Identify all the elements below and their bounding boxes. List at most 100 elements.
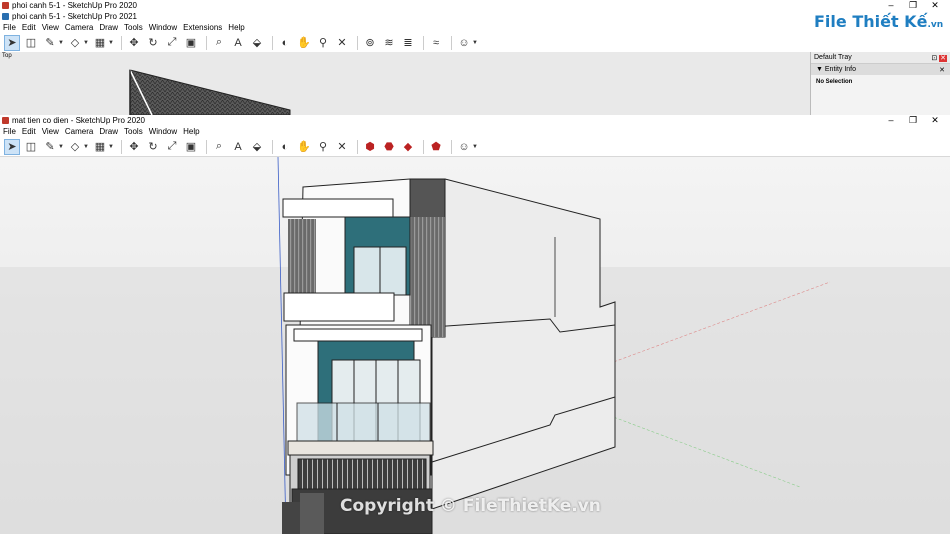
push-pull-icon[interactable]: ▦	[92, 139, 108, 155]
divider	[357, 35, 358, 50]
eraser-tool-icon[interactable]: ◫	[23, 139, 39, 155]
minimize-button[interactable]: –	[880, 115, 902, 126]
dropdown-icon[interactable]: ▼	[108, 35, 114, 51]
close-icon[interactable]: ✕	[939, 66, 945, 74]
menu-draw[interactable]: Draw	[99, 127, 118, 136]
pan-icon[interactable]: ✋	[296, 139, 312, 155]
sketchup-icon	[2, 2, 9, 9]
menu-window[interactable]: Window	[149, 127, 177, 136]
dropdown-icon[interactable]: ▼	[58, 139, 64, 155]
orbit-icon[interactable]: ◐	[277, 35, 293, 51]
layout-icon[interactable]: ≣	[400, 35, 416, 51]
logo-main: File Thiết Kế	[814, 12, 928, 31]
menu-tools[interactable]: Tools	[124, 23, 143, 32]
minimize-button[interactable]: –	[880, 0, 902, 11]
menu-draw[interactable]: Draw	[99, 23, 118, 32]
extension-warehouse-icon[interactable]: ≈	[428, 35, 444, 51]
move-tool-icon[interactable]: ✥	[126, 35, 142, 51]
scale-tool-icon[interactable]: ⤢	[164, 139, 180, 155]
paint-bucket-icon[interactable]: ⬙	[249, 35, 265, 51]
text-tool-icon[interactable]: A	[230, 139, 246, 155]
watermark: Copyright © FileThietKe.vn	[340, 496, 601, 516]
dropdown-icon[interactable]: ▼	[472, 35, 478, 51]
menu-tools[interactable]: Tools	[124, 127, 143, 136]
paint-bucket-icon[interactable]: ⬙	[249, 139, 265, 155]
push-pull-icon[interactable]: ▦	[92, 35, 108, 51]
sketchup-icon	[2, 117, 9, 124]
restore-button[interactable]: ❐	[902, 115, 924, 126]
dropdown-icon[interactable]: ▼	[108, 139, 114, 155]
close-button[interactable]: ✕	[924, 115, 946, 126]
menu-view[interactable]: View	[42, 23, 59, 32]
model-viewport[interactable]: Copyright © FileThietKe.vn	[0, 157, 950, 534]
zoom-extents-icon[interactable]: ✕	[334, 139, 350, 155]
menu-edit[interactable]: Edit	[22, 127, 36, 136]
window-controls: – ❐ ✕	[880, 0, 946, 11]
rotate-tool-icon[interactable]: ↻	[145, 139, 161, 155]
layout-icon[interactable]: ◆	[400, 139, 416, 155]
back-viewport[interactable]: Top	[0, 52, 810, 115]
menu-camera[interactable]: Camera	[65, 127, 93, 136]
zoom-icon[interactable]: ⚲	[315, 139, 331, 155]
tray-title: Default Tray	[814, 54, 852, 61]
divider	[121, 35, 122, 50]
window-title: phoi canh 5-1 - SketchUp Pro 2021	[12, 12, 137, 21]
shape-tool-icon[interactable]: ◇	[67, 35, 83, 51]
divider	[272, 139, 273, 154]
title-bar: mat tien co dien - SketchUp Pro 2020	[0, 115, 950, 126]
menu-view[interactable]: View	[42, 127, 59, 136]
eraser-tool-icon[interactable]: ◫	[23, 35, 39, 51]
tape-measure-icon[interactable]: ⌕	[211, 35, 227, 51]
divider	[423, 139, 424, 154]
warehouse-icon[interactable]: ⬢	[362, 139, 378, 155]
logo-suffix: .vn	[927, 20, 944, 30]
extension-icon[interactable]: ≋	[381, 35, 397, 51]
divider	[121, 139, 122, 154]
dropdown-icon[interactable]: ▼	[58, 35, 64, 51]
front-window: mat tien co dien - SketchUp Pro 2020 – ❐…	[0, 115, 950, 534]
entity-info-label: Entity Info	[824, 66, 857, 73]
close-button[interactable]: ✕	[924, 0, 946, 11]
title-bar-secondary: phoi canh 5-1 - SketchUp Pro 2021	[0, 11, 950, 22]
select-tool-icon[interactable]: ➤	[4, 138, 20, 155]
shape-tool-icon[interactable]: ◇	[67, 139, 83, 155]
menu-window[interactable]: Window	[149, 23, 177, 32]
orbit-icon[interactable]: ◐	[277, 139, 293, 155]
entity-info-header[interactable]: ▼ Entity Info ✕	[811, 64, 950, 75]
select-tool-icon[interactable]: ➤	[4, 34, 20, 51]
dropdown-icon[interactable]: ▼	[472, 139, 478, 155]
dropdown-icon[interactable]: ▼	[83, 139, 89, 155]
divider	[451, 35, 452, 50]
menu-camera[interactable]: Camera	[65, 23, 93, 32]
toolbar: ➤ ◫ ✎ ▼ ◇ ▼ ▦ ▼ ✥ ↻ ⤢ ▣ ⌕ A ⬙ ◐ ✋ ⚲ ✕ ⊚ ≋ ≣…	[0, 33, 950, 53]
menu-edit[interactable]: Edit	[22, 23, 36, 32]
scale-tool-icon[interactable]: ⤢	[164, 35, 180, 51]
text-tool-icon[interactable]: A	[230, 35, 246, 51]
menu-file[interactable]: File	[3, 127, 16, 136]
collapse-icon[interactable]: ▼	[816, 66, 823, 73]
divider	[206, 35, 207, 50]
user-icon[interactable]: ☺	[456, 35, 472, 51]
tape-measure-icon[interactable]: ⌕	[211, 139, 227, 155]
user-icon[interactable]: ☺	[456, 139, 472, 155]
offset-tool-icon[interactable]: ▣	[183, 139, 199, 155]
zoom-icon[interactable]: ⚲	[315, 35, 331, 51]
move-tool-icon[interactable]: ✥	[126, 139, 142, 155]
menu-file[interactable]: File	[3, 23, 16, 32]
warehouse-icon[interactable]: ⊚	[362, 35, 378, 51]
menu-help[interactable]: Help	[183, 127, 199, 136]
dropdown-icon[interactable]: ▼	[83, 35, 89, 51]
offset-tool-icon[interactable]: ▣	[183, 35, 199, 51]
entity-info-body: No Selection	[816, 79, 853, 85]
menu-extensions[interactable]: Extensions	[183, 23, 222, 32]
extension-icon[interactable]: ⬣	[381, 139, 397, 155]
pan-icon[interactable]: ✋	[296, 35, 312, 51]
pencil-tool-icon[interactable]: ✎	[42, 139, 58, 155]
pencil-tool-icon[interactable]: ✎	[42, 35, 58, 51]
extension-warehouse-icon[interactable]: ⬟	[428, 139, 444, 155]
tray-controls[interactable]: ⊡ ✕	[931, 54, 947, 62]
rotate-tool-icon[interactable]: ↻	[145, 35, 161, 51]
restore-button[interactable]: ❐	[902, 0, 924, 11]
zoom-extents-icon[interactable]: ✕	[334, 35, 350, 51]
menu-help[interactable]: Help	[228, 23, 244, 32]
